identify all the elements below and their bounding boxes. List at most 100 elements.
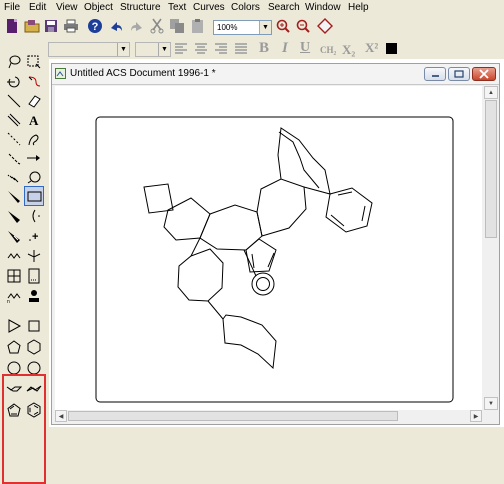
ring-tools-highlight [2,374,46,484]
horizontal-scroll-thumb[interactable] [68,411,398,421]
wedge-bond-tool[interactable] [5,187,23,205]
bond-tool[interactable] [5,92,23,110]
svg-text:+: + [32,231,38,243]
cyclohexane-tool[interactable] [25,338,43,356]
subscript-button[interactable]: X₂ [342,42,355,58]
document-titlebar[interactable]: Untitled ACS Document 1996-1 * [52,64,499,85]
hashed-bond-tool[interactable] [5,149,23,167]
tlc-plate-tool[interactable] [25,267,43,285]
zoom-select[interactable]: 100% ▼ [213,20,272,35]
marquee-tool[interactable] [25,53,43,71]
cyclobutane-tool[interactable] [25,317,43,335]
formula-button[interactable]: CH₂ [320,45,336,55]
svg-text:?: ? [92,21,99,33]
format-toolbar: ▼ ▼ [0,39,504,59]
menu-curves[interactable]: Curves [193,2,225,13]
document-icon [55,68,66,79]
menu-edit[interactable]: Edit [29,2,46,13]
scroll-up-arrow[interactable]: ▲ [484,86,498,99]
vertical-scroll-thumb[interactable] [485,100,497,238]
size-select[interactable]: ▼ [135,42,171,57]
stereo-bond-tool[interactable] [25,247,43,265]
menu-search[interactable]: Search [268,2,300,13]
chevron-down-icon: ▼ [158,43,170,56]
text-tool[interactable]: A [25,111,43,129]
svg-text:n: n [7,299,10,304]
tool-palette: A + n [0,55,48,484]
bracket-tool[interactable] [25,207,43,225]
italic-button[interactable]: I [282,40,288,57]
menu-view[interactable]: View [56,2,78,13]
scroll-right-arrow[interactable]: ▶ [470,410,482,422]
help-icon[interactable]: ? [87,18,103,34]
align-left-icon[interactable] [174,42,188,56]
acyclic-chain-tool[interactable]: n [5,287,23,305]
eraser-icon[interactable] [25,92,43,110]
maximize-button[interactable] [448,67,470,81]
superscript-button[interactable]: X² [365,40,378,56]
cyclopropane-tool[interactable] [5,317,23,335]
hollow-wedge-tool[interactable] [5,227,23,245]
charge-tool[interactable]: + [25,227,43,245]
chain-tool[interactable] [5,247,23,265]
pen-tool[interactable] [25,130,43,148]
document-window: Untitled ACS Document 1996-1 * ▲ ▼ ◀ ▶ [51,63,500,425]
align-justify-icon[interactable] [234,42,248,56]
vertical-scrollbar[interactable]: ▲ ▼ [484,86,498,410]
rotate-tool[interactable] [5,73,23,91]
fit-diamond-icon[interactable] [316,18,334,34]
minimize-button[interactable] [424,67,446,81]
cycloheptane-ring-a [199,204,263,251]
horizontal-scrollbar[interactable]: ◀ ▶ [55,410,482,422]
open-folder-icon[interactable] [24,19,40,33]
menu-structure[interactable]: Structure [120,2,161,13]
menu-window[interactable]: Window [305,2,341,13]
table-tool[interactable] [5,267,23,285]
align-right-icon[interactable] [214,42,228,56]
drawing-frame [95,116,454,403]
menu-colors[interactable]: Colors [231,2,260,13]
orbital-tool[interactable] [25,168,43,186]
paste-icon[interactable] [190,18,206,34]
template-tool[interactable] [25,287,43,305]
align-center-icon[interactable] [194,42,208,56]
double-bond-tool[interactable] [5,111,23,129]
close-button[interactable] [472,67,496,81]
molecule-drawing [95,116,454,403]
color-swatch[interactable] [386,43,397,54]
zoom-value: 100% [217,23,238,32]
bold-wedge-tool[interactable] [5,207,23,225]
dashed-bond-tool[interactable] [5,130,23,148]
scroll-left-arrow[interactable]: ◀ [55,410,67,422]
drawing-canvas[interactable] [55,86,482,410]
scroll-down-arrow[interactable]: ▼ [484,397,498,410]
bold-button[interactable]: B [259,40,269,57]
hashed-wedge-tool[interactable] [5,168,23,186]
zoom-in-icon[interactable] [276,19,290,33]
cyclopentane-tool[interactable] [5,338,23,356]
document-title: Untitled ACS Document 1996-1 * [70,68,216,79]
copy-icon[interactable] [169,18,185,34]
menu-object[interactable]: Object [84,2,113,13]
cut-icon[interactable] [150,18,164,34]
mass-fragment-tool[interactable] [25,73,43,91]
cyclohexane-ring-a [163,197,211,241]
menu-help[interactable]: Help [348,2,369,13]
save-icon[interactable] [44,19,58,33]
redo-icon[interactable] [129,19,145,33]
arrow-tool[interactable] [25,149,43,167]
large-chain-ring [277,127,331,195]
new-document-icon[interactable] [5,18,19,34]
rectangle-tool[interactable] [24,186,44,206]
lasso-tool[interactable] [5,53,23,71]
print-icon[interactable] [63,19,79,33]
menu-text[interactable]: Text [168,2,186,13]
benzene-ring [325,187,373,233]
font-select[interactable]: ▼ [48,42,130,57]
zoom-out-icon[interactable] [296,19,310,33]
chevron-down-icon: ▼ [259,21,271,34]
underline-button[interactable]: U [300,40,310,56]
svg-text:A: A [29,113,39,128]
undo-icon[interactable] [108,19,124,33]
menu-file[interactable]: File [4,2,20,13]
